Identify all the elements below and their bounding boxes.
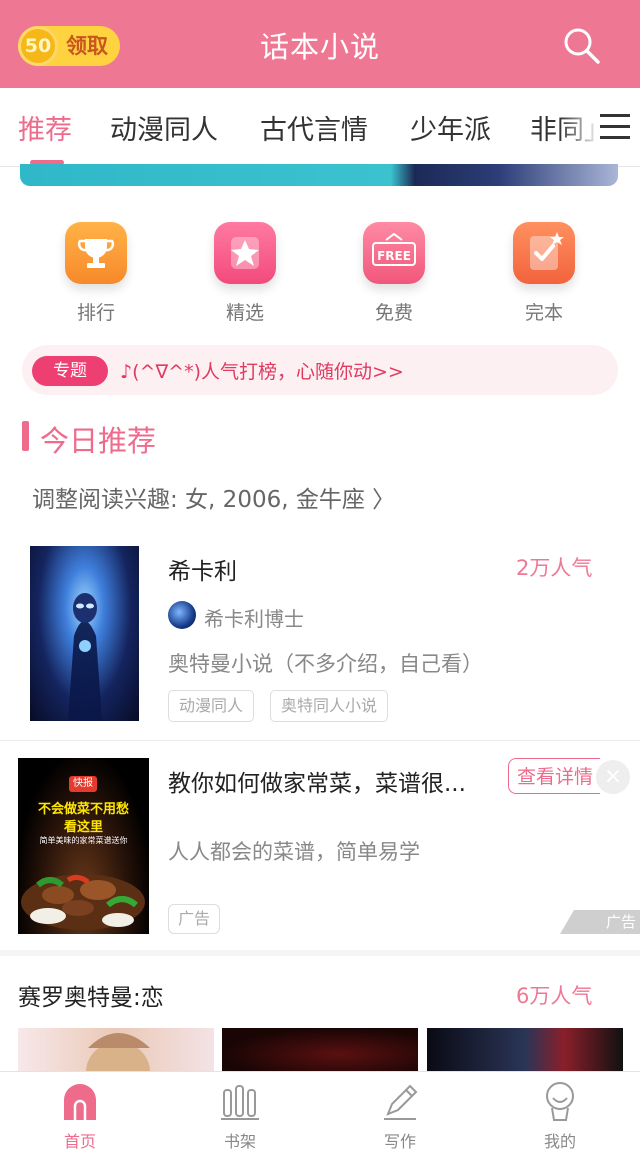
free-tag-icon: FREE	[363, 222, 425, 284]
menu-icon-bar	[600, 136, 630, 139]
topic-badge: 专题	[32, 356, 108, 386]
book-popularity: 2万人气	[516, 556, 593, 580]
series-popularity: 6万人气	[516, 984, 593, 1008]
quick-link-featured[interactable]: 精选	[185, 222, 305, 325]
nav-home[interactable]: 首页	[20, 1080, 140, 1152]
tab-recommend[interactable]: 推荐	[18, 108, 72, 147]
ad-image-line2: 看这里	[63, 820, 103, 835]
category-tabs: 推荐 动漫同人 古代言情 少年派 非同」	[0, 88, 640, 167]
app-title: 话本小说	[259, 30, 380, 64]
quick-link-label: 排行	[76, 302, 115, 324]
section-divider	[0, 950, 640, 956]
star-icon	[214, 222, 276, 284]
divider	[0, 740, 640, 741]
quick-link-label: 完本	[524, 302, 563, 324]
adjust-interests-link[interactable]: 调整阅读兴趣: 女, 2006, 金牛座 〉	[32, 480, 395, 514]
ad-image-line1: 不会做菜不用愁	[37, 802, 129, 817]
ad-close-button[interactable]: ×	[596, 760, 630, 794]
bookshelf-icon	[220, 1080, 260, 1122]
author-avatar	[168, 601, 196, 629]
pen-icon	[380, 1080, 420, 1122]
thumbnail-art	[86, 1033, 150, 1072]
section-marker	[22, 421, 29, 451]
bottom-nav: 首页 书架 写作 我的	[0, 1071, 640, 1161]
book-description: 奥特曼小说（不多介绍，自己看）	[168, 652, 483, 676]
tab-youth[interactable]: 少年派	[410, 108, 491, 147]
checklist-icon	[513, 222, 575, 284]
book-tag[interactable]: 动漫同人	[168, 690, 255, 722]
topic-text: ♪(^∇^*)人气打榜，心随你动>>	[120, 361, 404, 383]
series-thumbnail[interactable]	[18, 1028, 214, 1072]
nav-label: 我的	[543, 1132, 576, 1151]
menu-icon-bar	[600, 125, 630, 128]
series-thumbnail[interactable]	[222, 1028, 418, 1072]
tab-menu-button[interactable]	[600, 114, 630, 140]
book-tag[interactable]: 奥特同人小说	[270, 690, 389, 722]
tab-fade	[560, 88, 600, 166]
quick-link-completed[interactable]: 完本	[484, 222, 604, 325]
tab-anime-fanfic[interactable]: 动漫同人	[110, 108, 218, 147]
quick-link-label: 精选	[225, 302, 264, 324]
quick-link-label: 免费	[374, 302, 413, 324]
trophy-icon	[65, 222, 127, 284]
section-title: 今日推荐	[40, 424, 157, 458]
ad-corner-label: 广告	[560, 910, 640, 934]
ad-title[interactable]: 教你如何做家常菜，菜谱很...	[168, 764, 466, 798]
menu-icon	[600, 114, 630, 117]
ad-tag: 广告	[168, 904, 220, 934]
ad-view-details-button[interactable]: 查看详情	[508, 758, 600, 794]
profile-icon	[540, 1080, 580, 1122]
nav-profile[interactable]: 我的	[500, 1080, 620, 1152]
series-thumbnail[interactable]	[427, 1028, 623, 1072]
quick-link-free[interactable]: FREE 免费	[334, 222, 454, 325]
nav-label: 书架	[223, 1132, 256, 1151]
banner-carousel[interactable]	[20, 164, 618, 186]
home-icon	[60, 1080, 100, 1122]
ad-image-badge: 快报	[69, 776, 97, 792]
book-title[interactable]: 希卡利	[168, 552, 237, 586]
tab-ancient-romance[interactable]: 古代言情	[260, 108, 368, 147]
free-icon-text: FREE	[377, 249, 411, 263]
ad-image-line3: 简单美味的家常菜谱送你	[39, 836, 128, 845]
nav-write[interactable]: 写作	[340, 1080, 460, 1152]
ad-image[interactable]: 快报 不会做菜不用愁 看这里 简单美味的家常菜谱送你	[18, 758, 149, 934]
search-icon	[564, 28, 600, 64]
ad-description: 人人都会的菜谱，简单易学	[168, 840, 420, 864]
quick-link-ranking[interactable]: 排行	[36, 222, 156, 325]
food-illustration	[21, 874, 145, 930]
author-name: 希卡利博士	[204, 607, 304, 631]
nav-label: 首页	[63, 1132, 96, 1151]
topic-banner[interactable]: 专题 ♪(^∇^*)人气打榜，心随你动>>	[22, 345, 618, 395]
top-bar: 50 领取 话本小说	[0, 0, 640, 88]
nav-bookshelf[interactable]: 书架	[180, 1080, 300, 1152]
nav-label: 写作	[383, 1132, 416, 1151]
book-cover[interactable]	[30, 546, 139, 721]
search-button[interactable]	[562, 26, 602, 66]
series-title[interactable]: 赛罗奥特曼:恋	[18, 978, 164, 1012]
